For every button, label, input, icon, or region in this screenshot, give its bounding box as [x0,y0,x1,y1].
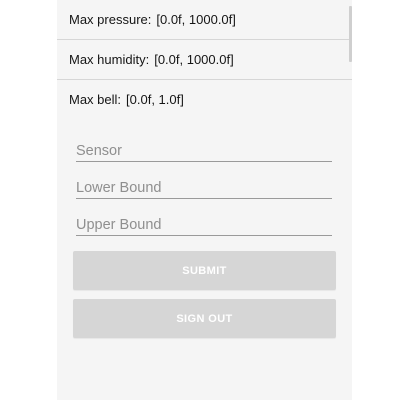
range-value: [0.0f, 1000.0f] [156,12,236,27]
range-value: [0.0f, 1000.0f] [154,52,234,67]
sensor-placeholder: Sensor [76,143,122,159]
range-label: Max humidity: [69,52,150,67]
sign-out-button-label: SIGN OUT [176,312,233,325]
range-row-pressure[interactable]: Max pressure: [0.0f, 1000.0f] [57,0,352,40]
submit-button[interactable]: SUBMIT [73,251,336,290]
submit-button-label: SUBMIT [182,264,227,277]
app-screen: Max pressure: [0.0f, 1000.0f] Max humidi… [57,0,352,400]
range-row-bell[interactable]: Max bell: [0.0f, 1.0f] [57,80,352,119]
list-scrollbar[interactable] [349,6,352,62]
range-value: [0.0f, 1.0f] [126,92,184,107]
range-label: Max pressure: [69,12,152,27]
lower-bound-placeholder: Lower Bound [76,180,162,196]
upper-bound-placeholder: Upper Bound [76,217,162,233]
range-row-humidity[interactable]: Max humidity: [0.0f, 1000.0f] [57,40,352,80]
sign-out-button[interactable]: SIGN OUT [73,299,336,338]
range-label: Max bell: [69,92,122,107]
range-list[interactable]: Max pressure: [0.0f, 1000.0f] Max humidi… [57,0,352,119]
sensor-input[interactable]: Sensor [76,136,332,162]
upper-bound-input[interactable]: Upper Bound [76,210,332,236]
lower-bound-input[interactable]: Lower Bound [76,173,332,199]
